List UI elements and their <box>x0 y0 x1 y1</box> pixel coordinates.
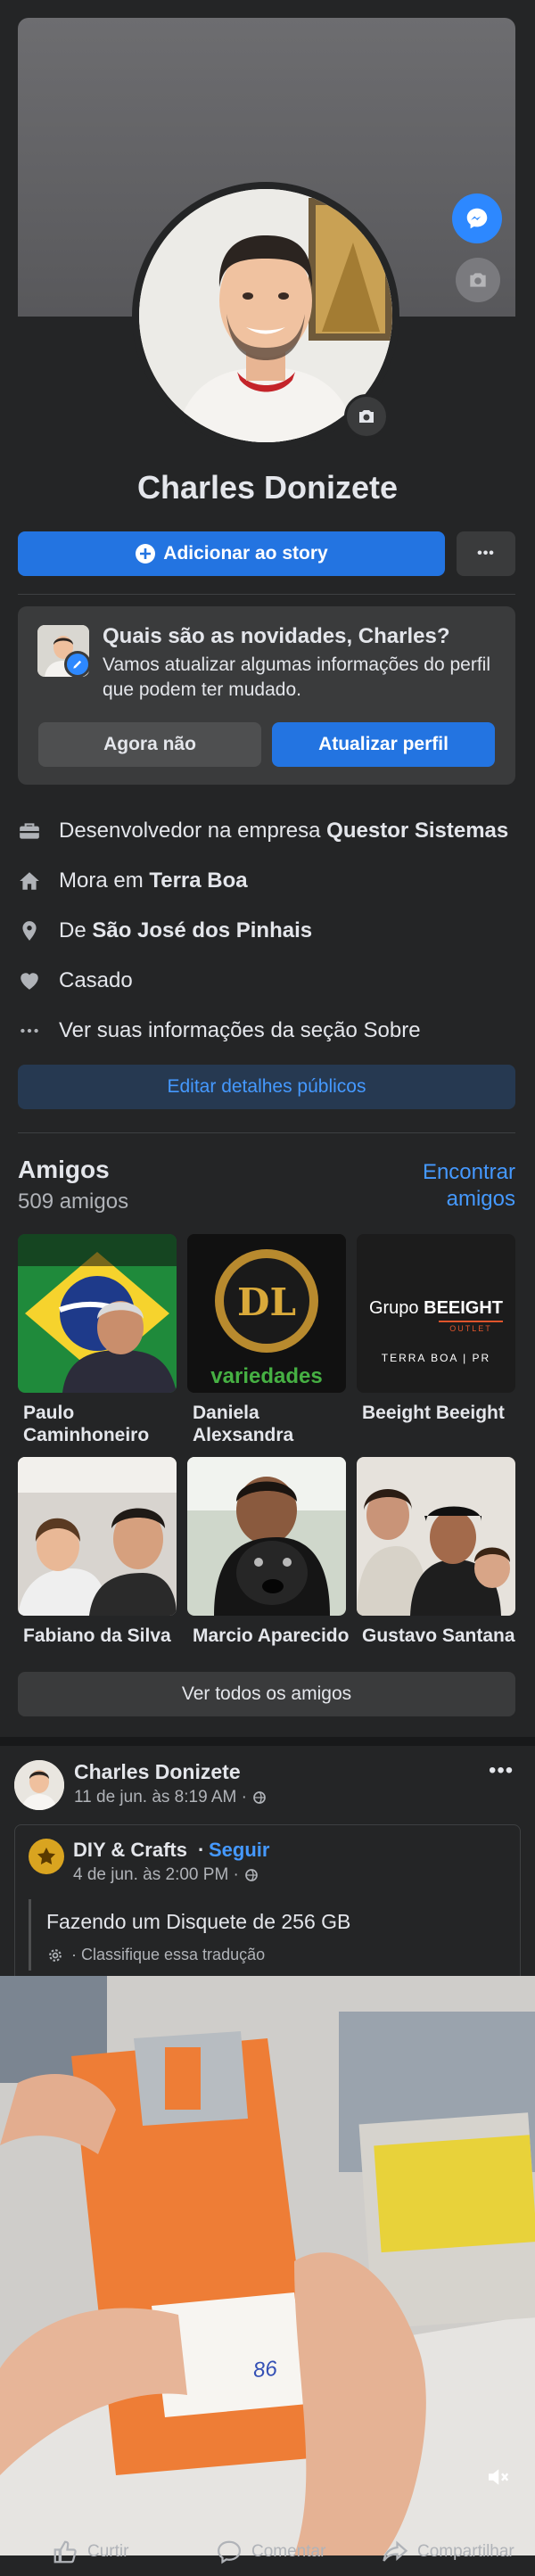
add-story-label: Adicionar ao story <box>163 543 328 564</box>
tile-brand-underline <box>439 1321 503 1322</box>
ellipsis-icon <box>21 1028 38 1033</box>
friend-name[interactable]: Paulo Caminhoneiro <box>23 1402 184 1446</box>
mute-button[interactable] <box>482 2461 514 2493</box>
tile-caption: variedades <box>210 1364 323 1388</box>
lives-prefix: Mora em <box>59 868 150 893</box>
translate-text: · Classifique essa tradução <box>71 1946 266 1963</box>
cover-camera-button[interactable] <box>456 258 500 302</box>
post-author-name[interactable]: Charles Donizete <box>74 1760 241 1784</box>
location-pin-icon <box>22 921 37 941</box>
add-story-button[interactable]: Adicionar ao story <box>18 531 445 576</box>
lives-city[interactable]: Terra Boa <box>149 868 247 893</box>
globe-icon <box>253 1791 266 1804</box>
friend-name[interactable]: Fabiano da Silva <box>23 1625 184 1647</box>
home-icon <box>20 872 39 890</box>
pencil-icon <box>73 660 82 669</box>
like-button[interactable]: Curtir <box>52 2532 128 2572</box>
post-timestamp[interactable]: 11 de jun. às 8:19 AM · <box>74 1788 267 1807</box>
heart-icon <box>21 973 38 990</box>
follow-button[interactable]: Seguir <box>209 1839 269 1862</box>
friend-photo[interactable] <box>18 1457 177 1616</box>
gear-icon <box>49 1948 62 1962</box>
see-about-text: Ver suas informações da seção Sobre <box>59 1018 421 1042</box>
like-label: Curtir <box>87 2542 129 2561</box>
profile-name: Charles Donizete <box>136 469 399 506</box>
tile-brand-sub: OUTLET <box>449 1324 492 1333</box>
globe-icon <box>245 1869 258 1881</box>
post-video[interactable]: 86 <box>0 1976 535 2555</box>
share-button[interactable]: Compartilhar <box>382 2532 514 2572</box>
quote-bar <box>29 1899 31 1971</box>
plus-circle-icon <box>136 544 156 564</box>
friend-photo[interactable]: Grupo BEEIGHT OUTLET TERRA BOA | PR <box>357 1234 515 1393</box>
share-label: Compartilhar <box>417 2542 514 2561</box>
find-friends-link[interactable]: Encontrar amigos <box>366 1159 515 1213</box>
messenger-button[interactable] <box>452 193 502 243</box>
post-text: Fazendo um Disquete de 256 GB <box>46 1910 351 1933</box>
comment-icon <box>217 2540 242 2564</box>
edit-public-details-button[interactable]: Editar detalhes públicos <box>18 1065 515 1109</box>
friend-name[interactable]: Gustavo Santana <box>362 1625 523 1647</box>
from-prefix: De <box>59 918 93 942</box>
separator-dot: · <box>197 1839 205 1861</box>
tile-monogram: DL <box>237 1280 296 1324</box>
divider <box>18 1132 515 1133</box>
lives-info: Mora em Terra Boa <box>18 865 248 897</box>
update-title: Quais são as novidades, Charles? <box>103 624 450 648</box>
friend-name[interactable]: Marcio Aparecido <box>193 1625 353 1647</box>
shared-timestamp[interactable]: 4 de jun. às 2:00 PM · <box>73 1865 259 1885</box>
see-about-link[interactable]: Ver suas informações da seção Sobre <box>18 1015 421 1047</box>
tile-brand: Grupo BEEIGHT <box>368 1298 504 1318</box>
share-icon <box>383 2540 408 2562</box>
edit-pencil-badge <box>64 651 91 678</box>
work-info: Desenvolvedor na empresa Questor Sistema… <box>18 815 508 847</box>
friend-photo[interactable]: DL variedades <box>187 1234 346 1393</box>
camera-icon <box>470 273 486 287</box>
shared-page-name[interactable]: DIY & Crafts · <box>73 1839 204 1862</box>
page-avatar[interactable] <box>29 1839 64 1874</box>
comment-label: Comentar <box>251 2542 326 2561</box>
divider <box>18 594 515 595</box>
post-author-avatar[interactable] <box>14 1760 64 1810</box>
work-company[interactable]: Questor Sistemas <box>326 819 508 844</box>
thumbs-up-icon <box>54 2540 77 2564</box>
friends-title: Amigos <box>18 1156 110 1183</box>
friend-photo[interactable] <box>18 1234 177 1393</box>
briefcase-icon <box>20 823 39 839</box>
page-logo-icon <box>37 1848 55 1864</box>
friend-photo[interactable] <box>357 1457 515 1616</box>
video-card-label: 86 <box>251 2356 278 2383</box>
tile-city: TERRA BOA | PR <box>381 1352 491 1364</box>
not-now-button[interactable]: Agora não <box>38 722 261 767</box>
update-text: Vamos atualizar algumas informações do p… <box>103 654 490 700</box>
messenger-icon <box>466 208 488 229</box>
more-icon: ••• <box>477 546 495 561</box>
shared-time-text: 4 de jun. às 2:00 PM · <box>73 1865 239 1884</box>
work-prefix: Desenvolvedor na empresa <box>59 819 327 843</box>
friend-name[interactable]: Beeight Beeight <box>362 1402 523 1424</box>
friends-count: 509 amigos <box>18 1189 129 1214</box>
see-all-friends-button[interactable]: Ver todos os amigos <box>18 1672 515 1716</box>
friend-photo[interactable] <box>187 1457 346 1616</box>
friend-name[interactable]: Daniela Alexsandra <box>193 1402 353 1446</box>
camera-icon <box>359 410 374 423</box>
speaker-muted-icon <box>489 2469 509 2485</box>
comment-button[interactable]: Comentar <box>216 2532 325 2572</box>
post-more-button[interactable]: ••• <box>489 1758 514 1783</box>
rate-translation-link[interactable]: · Classifique essa tradução <box>46 1946 265 1964</box>
profile-more-button[interactable]: ••• <box>457 531 515 576</box>
relationship-info: Casado <box>18 965 133 997</box>
avatar-camera-button[interactable] <box>344 394 389 439</box>
post-time-text: 11 de jun. às 8:19 AM · <box>74 1788 247 1806</box>
from-city[interactable]: São José dos Pinhais <box>92 918 312 943</box>
update-profile-button[interactable]: Atualizar perfil <box>272 722 495 767</box>
from-info: De São José dos Pinhais <box>18 915 312 947</box>
relationship-text: Casado <box>59 968 133 992</box>
